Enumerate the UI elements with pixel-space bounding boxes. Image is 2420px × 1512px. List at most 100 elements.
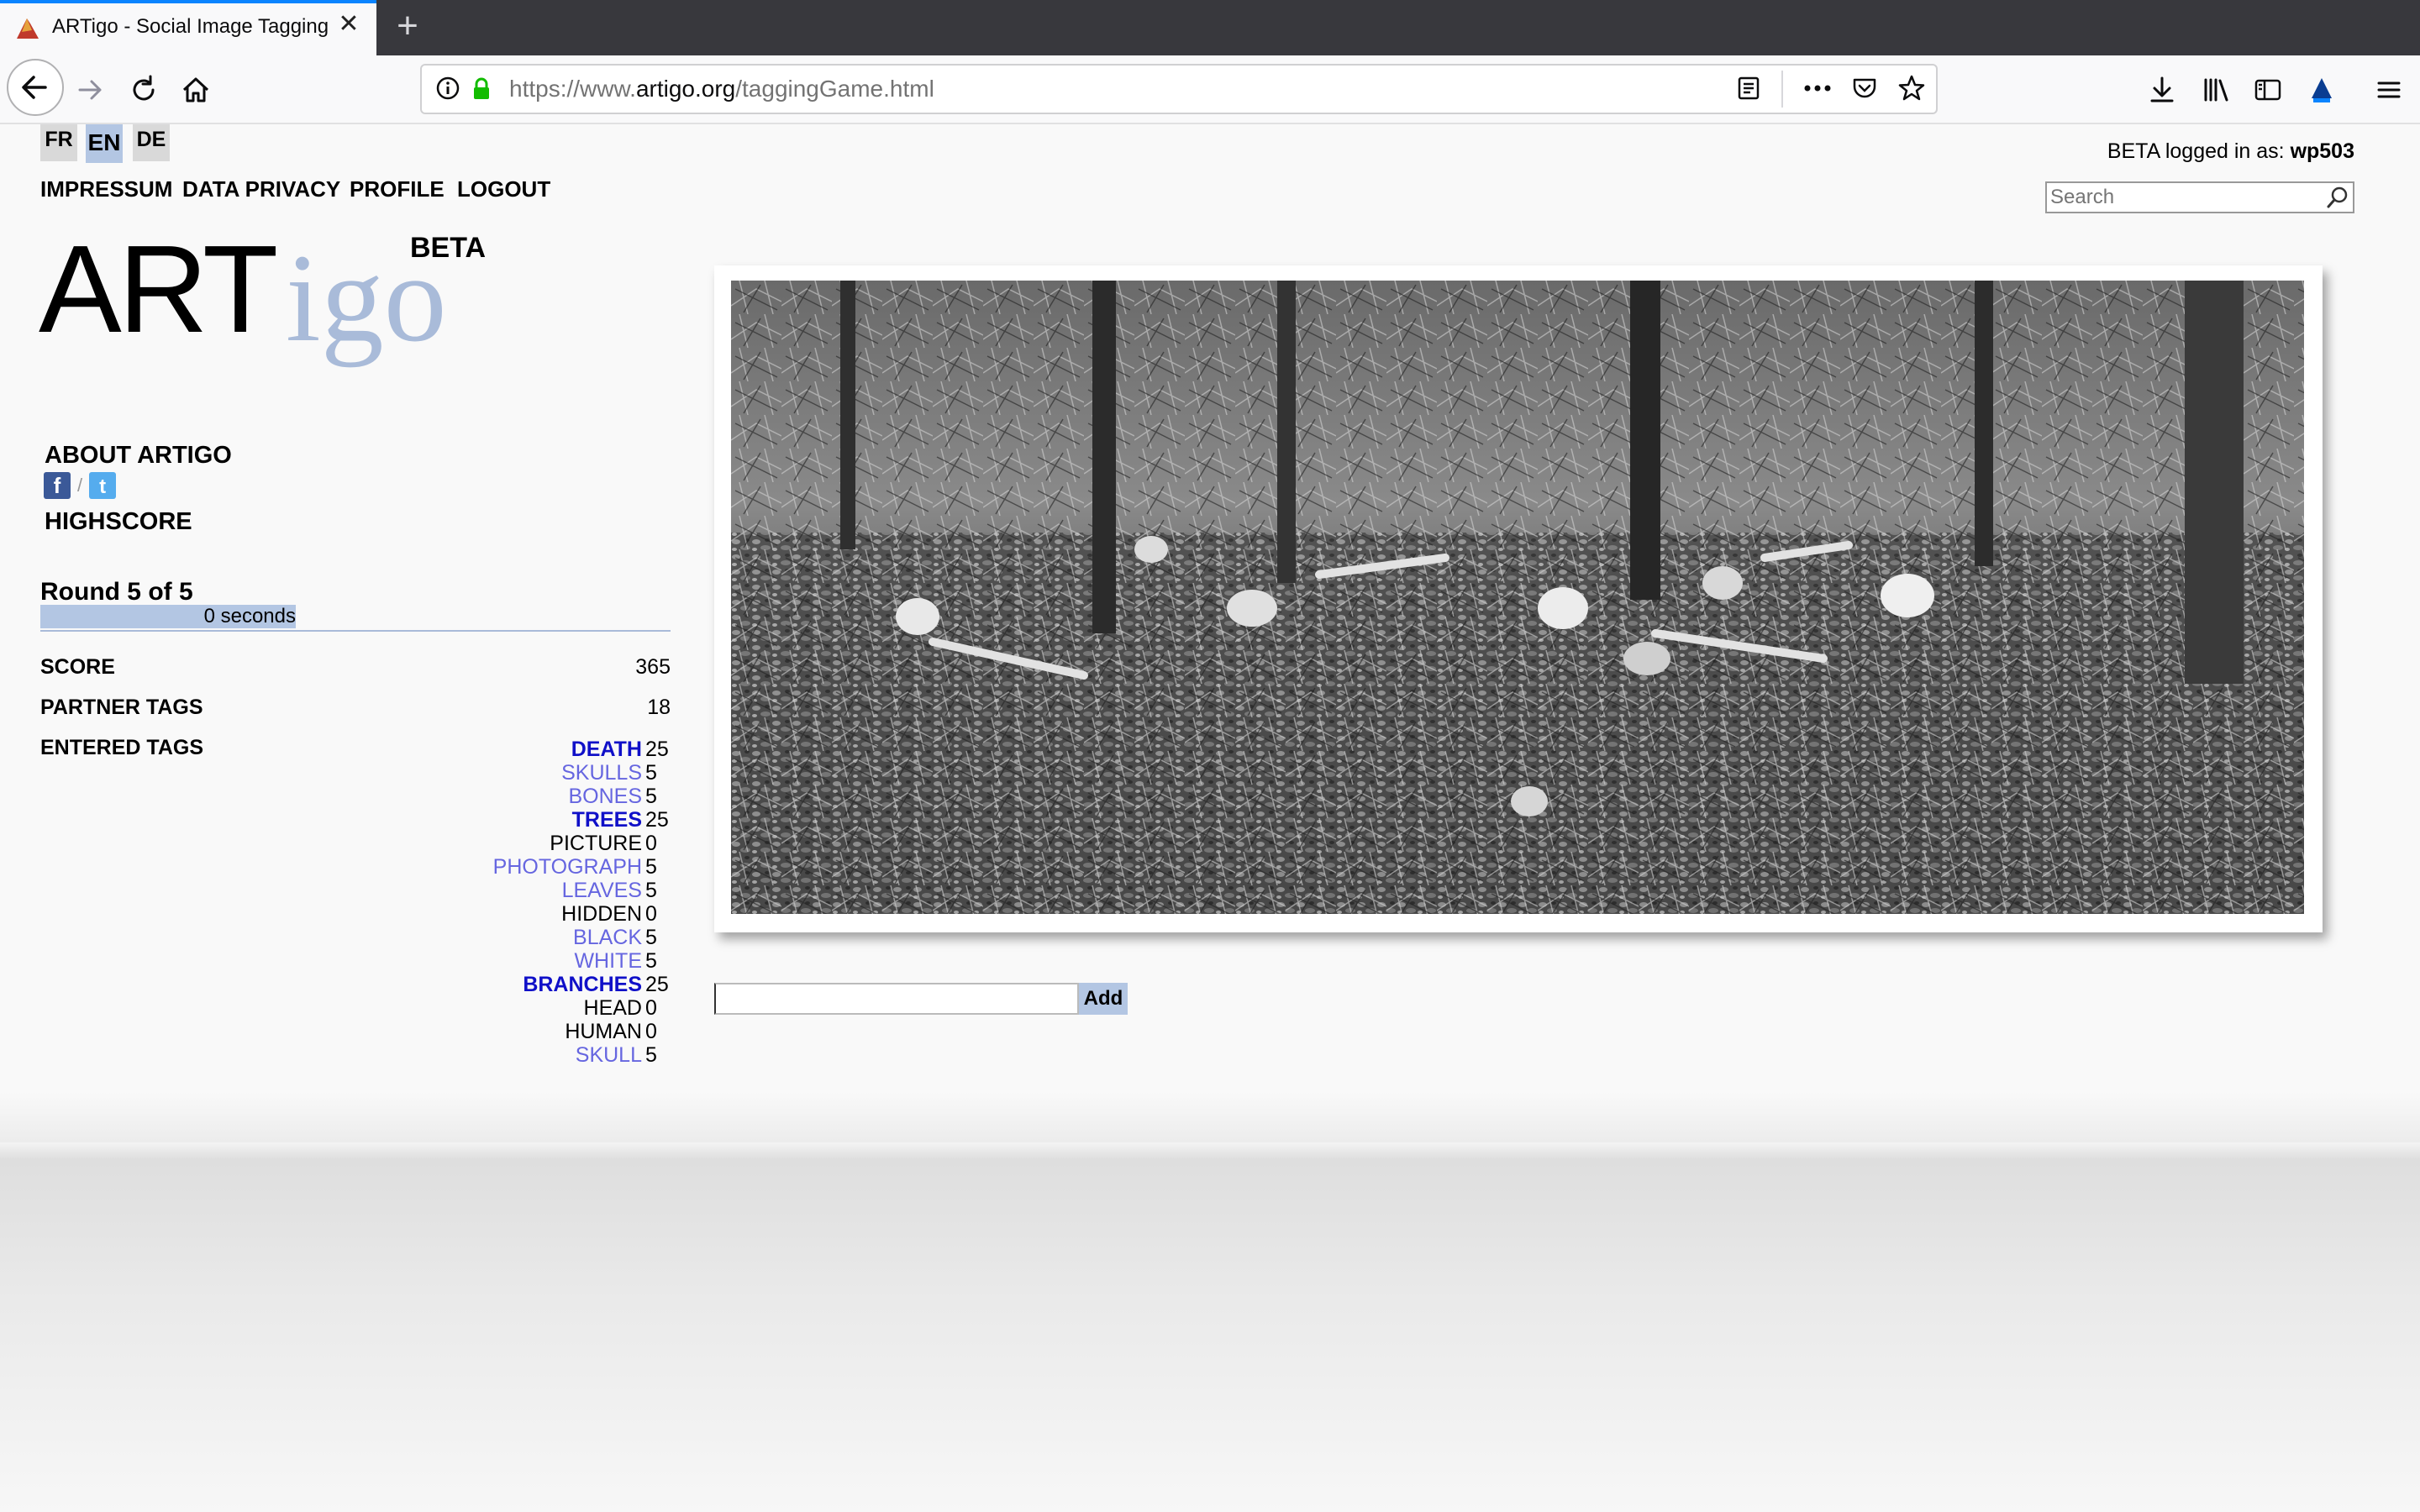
- sidebar-toggle-button[interactable]: [2244, 66, 2292, 114]
- library-icon: [2204, 78, 2228, 102]
- beta-label: BETA: [410, 232, 487, 264]
- tag-name: DEATH: [571, 738, 642, 761]
- tag-row: BRANCHES 25: [403, 973, 671, 996]
- social-links: f / t: [44, 472, 117, 499]
- partner-tags-value: 18: [647, 696, 671, 719]
- tag-row: HIDDEN 0: [403, 902, 671, 926]
- lock-icon[interactable]: [462, 69, 501, 108]
- impressum-link[interactable]: IMPRESSUM: [40, 176, 172, 202]
- lang-fr-button[interactable]: FR: [40, 124, 77, 161]
- tag-score: 5: [645, 879, 657, 902]
- tag-score: 25: [645, 808, 669, 832]
- tag-row: HEAD 0: [403, 996, 671, 1020]
- tag-name: LEAVES: [561, 879, 642, 902]
- tag-name: PICTURE: [550, 832, 642, 855]
- logo-art-text: ART: [39, 220, 278, 359]
- tag-score: 25: [645, 973, 669, 996]
- social-separator: /: [77, 475, 83, 496]
- data-privacy-link[interactable]: DATA PRIVACY: [182, 176, 340, 202]
- hamburger-menu-icon: [2377, 81, 2401, 98]
- menu-button[interactable]: [2365, 66, 2413, 114]
- home-button[interactable]: [171, 66, 220, 114]
- url-prefix: https://www.: [509, 76, 636, 102]
- extension-button[interactable]: [2297, 66, 2346, 114]
- url-path: /taggingGame.html: [735, 76, 934, 102]
- tag-score: 5: [645, 949, 657, 973]
- score-label: SCORE: [40, 655, 115, 679]
- tag-score: 0: [645, 902, 657, 926]
- timer-label: 0 seconds: [203, 605, 296, 627]
- tag-name: HEAD: [583, 996, 642, 1020]
- reader-view-icon[interactable]: [1729, 69, 1768, 108]
- tag-row: BLACK 5: [403, 926, 671, 949]
- tag-score: 0: [645, 832, 657, 855]
- back-button[interactable]: [7, 59, 64, 116]
- login-username: wp503: [2290, 139, 2354, 163]
- tag-row: SKULL 5: [403, 1043, 671, 1067]
- pocket-icon[interactable]: [1845, 69, 1884, 108]
- tag-score: 5: [645, 785, 657, 808]
- tag-row: LEAVES 5: [403, 879, 671, 902]
- score-value: 365: [635, 655, 671, 679]
- url-domain: artigo.org: [635, 76, 736, 102]
- tag-row: PICTURE 0: [403, 832, 671, 855]
- url-bar-separator: [1781, 71, 1783, 108]
- entered-tags-label: ENTERED TAGS: [40, 736, 203, 759]
- close-tab-icon[interactable]: ✕: [334, 10, 363, 39]
- search-input[interactable]: [2045, 181, 2354, 213]
- tag-name: HUMAN: [565, 1020, 642, 1043]
- tab-title: ARTigo - Social Image Tagging: [52, 15, 329, 38]
- tag-input[interactable]: [714, 983, 1079, 1015]
- tag-score: 5: [645, 926, 657, 949]
- reload-button[interactable]: [119, 66, 168, 114]
- page-footer-edge: [0, 1092, 2420, 1142]
- lang-en-button[interactable]: EN: [86, 124, 123, 163]
- url-text[interactable]: https://www.artigo.org/taggingGame.html: [509, 76, 934, 102]
- bookmark-star-icon[interactable]: [1892, 69, 1931, 108]
- arrow-left-icon: [22, 76, 47, 99]
- tag-row: TREES 25: [403, 808, 671, 832]
- reload-icon: [133, 75, 155, 101]
- library-button[interactable]: [2191, 66, 2240, 114]
- partner-tags-label: PARTNER TAGS: [40, 696, 203, 719]
- tag-name: BONES: [568, 785, 642, 808]
- sidebar-icon: [2254, 79, 2281, 101]
- lang-de-button[interactable]: DE: [133, 124, 170, 161]
- page-footer-background: [0, 1092, 2420, 1512]
- tag-name: WHITE: [574, 949, 642, 973]
- entered-tags-list: DEATH 25 SKULLS 5 BONES 5 TREES 25 PICTURE 0 PHOTO…: [403, 738, 671, 1067]
- tag-name: SKULLS: [561, 761, 642, 785]
- tag-row: DEATH 25: [403, 738, 671, 761]
- extension-triangle-icon: [2312, 78, 2332, 102]
- profile-link[interactable]: PROFILE: [350, 176, 445, 202]
- twitter-icon[interactable]: t: [89, 472, 117, 499]
- login-prefix: BETA logged in as:: [2107, 139, 2291, 163]
- tag-row: HUMAN 0: [403, 1020, 671, 1043]
- tag-name: TREES: [571, 808, 642, 832]
- tag-row: WHITE 5: [403, 949, 671, 973]
- tag-name: BLACK: [573, 926, 642, 949]
- arrow-right-icon: [78, 80, 102, 100]
- tag-name: HIDDEN: [561, 902, 642, 926]
- download-icon: [2150, 76, 2174, 102]
- tag-row: PHOTOGRAPH 5: [403, 855, 671, 879]
- tag-score: 5: [645, 855, 657, 879]
- timer-divider: [40, 630, 671, 632]
- home-icon: [182, 77, 209, 102]
- search-icon[interactable]: [2324, 184, 2351, 211]
- artwork-image: [731, 281, 2304, 914]
- tag-name: BRANCHES: [523, 973, 642, 996]
- logout-link[interactable]: LOGOUT: [457, 176, 550, 202]
- about-artigo-link[interactable]: ABOUT ARTIGO: [45, 442, 232, 470]
- more-actions-icon[interactable]: [1798, 69, 1837, 108]
- add-tag-button[interactable]: Add: [1079, 983, 1128, 1015]
- forward-button[interactable]: [66, 66, 114, 114]
- tag-score: 0: [645, 1020, 657, 1043]
- downloads-button[interactable]: [2138, 66, 2186, 114]
- highscore-link[interactable]: HIGHSCORE: [45, 508, 192, 536]
- facebook-icon[interactable]: f: [44, 472, 71, 499]
- new-tab-button[interactable]: +: [388, 5, 427, 47]
- tag-row: BONES 5: [403, 785, 671, 808]
- tag-score: 0: [645, 996, 657, 1020]
- tag-name: PHOTOGRAPH: [492, 855, 642, 879]
